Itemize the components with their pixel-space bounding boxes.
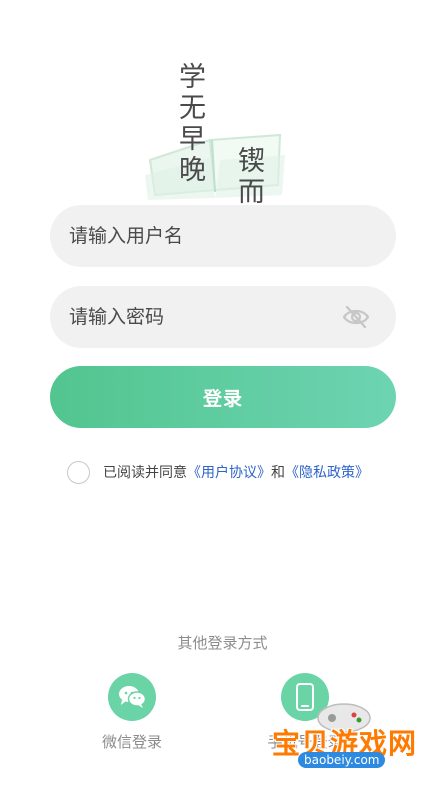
agreement-prefix: 已阅读并同意 — [103, 465, 187, 481]
open-book-icon — [145, 133, 285, 200]
wechat-icon — [119, 686, 147, 708]
username-input[interactable] — [50, 205, 396, 267]
privacy-policy-link[interactable]: 《隐私政策》 — [285, 465, 369, 481]
wechat-login-button[interactable]: 微信登录 — [87, 673, 177, 752]
agree-checkbox[interactable] — [67, 460, 90, 484]
other-login-title: 其他登录方式 — [177, 634, 268, 652]
username-field-container — [50, 205, 396, 267]
agreement-and: 和 — [271, 465, 285, 481]
wechat-icon-circle — [108, 673, 156, 721]
watermark-url: baobeiy.com — [298, 752, 386, 768]
login-button[interactable]: 登录 — [50, 366, 396, 428]
wechat-login-label: 微信登录 — [101, 733, 162, 751]
watermark: 宝贝游戏网 baobeiy.com — [262, 688, 422, 784]
agreement-text: 已阅读并同意《用户协议》和《隐私政策》 — [103, 462, 369, 482]
slogan-left: 学无早晚 — [174, 62, 205, 186]
eye-off-icon[interactable] — [342, 304, 370, 330]
password-field-container — [50, 286, 396, 348]
user-agreement-link[interactable]: 《用户协议》 — [187, 465, 271, 481]
agreement-row: 已阅读并同意《用户协议》和《隐私政策》 — [67, 459, 369, 485]
